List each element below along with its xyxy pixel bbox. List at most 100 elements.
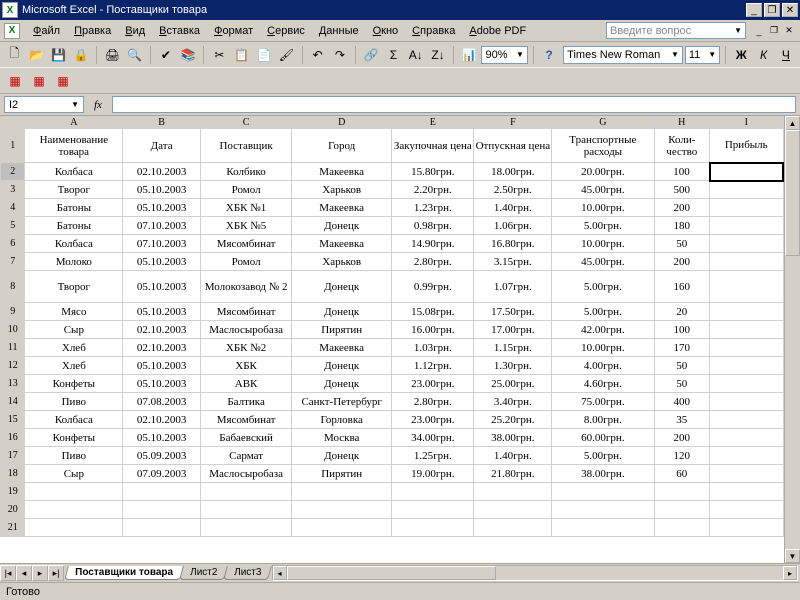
cell[interactable] [710, 235, 783, 253]
cell[interactable]: 4.00грн. [552, 357, 654, 375]
help-icon[interactable]: ? [539, 44, 559, 66]
cell[interactable]: 400 [654, 393, 710, 411]
sheet-tab[interactable]: Лист3 [223, 566, 272, 580]
row-header-17[interactable]: 17 [1, 447, 25, 465]
scroll-thumb[interactable] [785, 130, 800, 256]
cell[interactable]: Донецк [292, 217, 392, 235]
pdf-review-icon[interactable]: ▦ [52, 70, 74, 92]
cell[interactable] [710, 303, 783, 321]
cell[interactable]: 17.50грн. [474, 303, 552, 321]
cell[interactable]: Сармат [201, 447, 292, 465]
font-size-selector[interactable]: 11 ▼ [685, 46, 720, 64]
minimize-button[interactable]: _ [746, 3, 762, 17]
cell[interactable]: 1.25грн. [392, 447, 474, 465]
header-cell[interactable]: Поставщик [201, 129, 292, 163]
cell[interactable]: Колбаса [25, 411, 123, 429]
cell[interactable]: 1.03грн. [392, 339, 474, 357]
cell[interactable] [710, 429, 783, 447]
h-scroll-thumb[interactable] [287, 566, 497, 580]
header-cell[interactable]: Прибыль [710, 129, 783, 163]
cell[interactable]: Москва [292, 429, 392, 447]
cell[interactable]: 25.00грн. [474, 375, 552, 393]
scroll-up-icon[interactable]: ▲ [785, 116, 800, 130]
cell[interactable]: 05.10.2003 [123, 303, 201, 321]
spellcheck-icon[interactable]: ✔ [156, 44, 176, 66]
menu-формат[interactable]: Формат [207, 23, 260, 39]
cell[interactable]: Мясомбинат [201, 411, 292, 429]
fx-label[interactable]: fx [88, 99, 108, 111]
cell[interactable] [25, 483, 123, 501]
italic-button[interactable]: К [753, 44, 773, 66]
cell[interactable]: ХБК [201, 357, 292, 375]
cell[interactable]: Пиво [25, 393, 123, 411]
header-cell[interactable]: Дата [123, 129, 201, 163]
cell[interactable] [552, 483, 654, 501]
autosum-icon[interactable]: Σ [383, 44, 403, 66]
tab-first-button[interactable]: |◂ [0, 565, 16, 581]
row-header-7[interactable]: 7 [1, 253, 25, 271]
cell[interactable]: Колбико [201, 163, 292, 181]
cell[interactable]: Сыр [25, 465, 123, 483]
cell[interactable]: Колбаса [25, 235, 123, 253]
horizontal-scrollbar[interactable]: ◂ ▸ [272, 565, 798, 581]
cell[interactable]: 4.60грн. [552, 375, 654, 393]
cell[interactable]: Горловка [292, 411, 392, 429]
row-header-3[interactable]: 3 [1, 181, 25, 199]
cell[interactable] [710, 271, 783, 303]
cell[interactable] [201, 501, 292, 519]
cell[interactable]: Донецк [292, 271, 392, 303]
cell[interactable] [710, 447, 783, 465]
col-header-I[interactable]: I [710, 117, 783, 129]
formula-input[interactable] [112, 96, 796, 113]
cell[interactable] [710, 199, 783, 217]
cell[interactable]: Колбаса [25, 163, 123, 181]
cell[interactable] [25, 519, 123, 537]
cell[interactable]: 1.15грн. [474, 339, 552, 357]
cell[interactable]: Сыр [25, 321, 123, 339]
col-header-C[interactable]: C [201, 117, 292, 129]
cell[interactable]: 07.09.2003 [123, 465, 201, 483]
cell[interactable]: 02.10.2003 [123, 339, 201, 357]
zoom-box[interactable]: 90% ▼ [481, 46, 527, 64]
row-header-4[interactable]: 4 [1, 199, 25, 217]
menu-вставка[interactable]: Вставка [152, 23, 207, 39]
cell[interactable]: Батоны [25, 199, 123, 217]
sheet-tab[interactable]: Поставщики товара [64, 566, 184, 580]
doc-minimize-button[interactable]: _ [752, 25, 766, 37]
paste-icon[interactable]: 📄 [254, 44, 274, 66]
cell[interactable]: 200 [654, 429, 710, 447]
cell[interactable]: АВК [201, 375, 292, 393]
cell[interactable]: 1.30грн. [474, 357, 552, 375]
cell[interactable] [474, 519, 552, 537]
header-cell[interactable]: Закупочная цена [392, 129, 474, 163]
cell[interactable] [654, 519, 710, 537]
cell[interactable]: Хлеб [25, 357, 123, 375]
menu-правка[interactable]: Правка [67, 23, 118, 39]
cell[interactable] [25, 501, 123, 519]
cell[interactable]: Батоны [25, 217, 123, 235]
cell[interactable]: 1.07грн. [474, 271, 552, 303]
permission-icon[interactable]: 🔒 [71, 44, 91, 66]
cell[interactable]: 18.00грн. [474, 163, 552, 181]
row-header-8[interactable]: 8 [1, 271, 25, 303]
cell[interactable] [710, 465, 783, 483]
cell[interactable]: Харьков [292, 181, 392, 199]
cell[interactable]: Пирятин [292, 321, 392, 339]
cell[interactable]: Бабаевский [201, 429, 292, 447]
cell[interactable] [292, 519, 392, 537]
cell[interactable]: Творог [25, 271, 123, 303]
font-selector[interactable]: Times New Roman ▼ [563, 46, 683, 64]
cell[interactable]: 10.00грн. [552, 199, 654, 217]
cell[interactable]: 07.10.2003 [123, 235, 201, 253]
cell[interactable]: 02.10.2003 [123, 321, 201, 339]
row-header-12[interactable]: 12 [1, 357, 25, 375]
cell[interactable] [552, 519, 654, 537]
cell[interactable]: Макеевка [292, 235, 392, 253]
row-header-2[interactable]: 2 [1, 163, 25, 181]
col-header-F[interactable]: F [474, 117, 552, 129]
cell[interactable]: 500 [654, 181, 710, 199]
save-icon[interactable]: 💾 [49, 44, 69, 66]
cell[interactable]: 60.00грн. [552, 429, 654, 447]
row-header-14[interactable]: 14 [1, 393, 25, 411]
cell[interactable]: 75.00грн. [552, 393, 654, 411]
